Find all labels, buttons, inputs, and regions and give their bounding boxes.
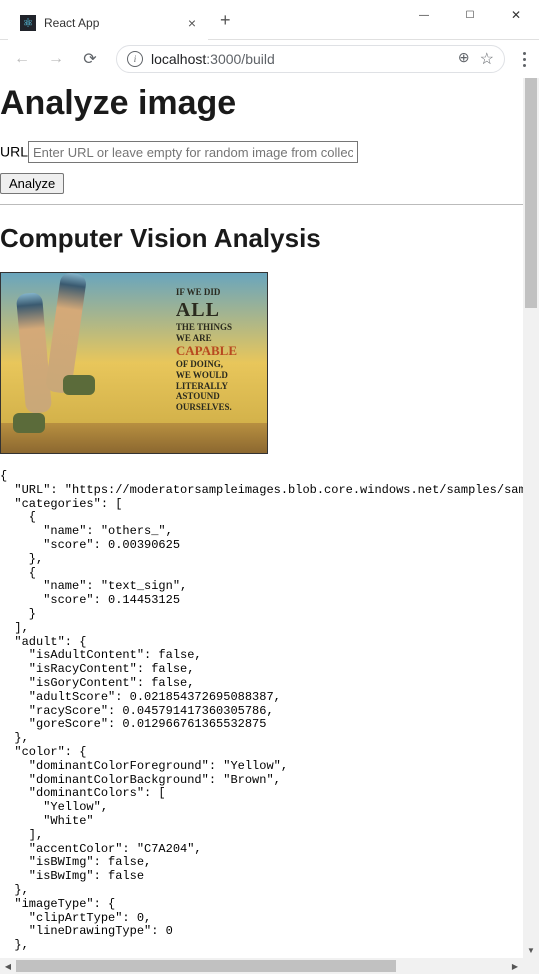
address-bar[interactable]: localhost:3000/build ⊕ ☆ bbox=[116, 45, 505, 73]
window-titlebar: React App × + bbox=[0, 0, 539, 40]
browser-toolbar: ← → ⟳ localhost:3000/build ⊕ ☆ bbox=[0, 40, 539, 78]
vertical-scrollbar[interactable]: ▼ bbox=[523, 78, 539, 958]
forward-button[interactable]: → bbox=[42, 45, 70, 73]
scrollbar-thumb[interactable] bbox=[525, 78, 537, 308]
site-info-icon[interactable] bbox=[127, 51, 143, 67]
analyzed-image: IF WE DID ALL THE THINGS WE ARE CAPABLE … bbox=[0, 272, 268, 454]
browser-tab[interactable]: React App × bbox=[8, 6, 208, 40]
scroll-right-arrow-icon[interactable]: ▶ bbox=[507, 958, 523, 974]
url-text: localhost:3000/build bbox=[151, 51, 275, 67]
back-button[interactable]: ← bbox=[8, 45, 36, 73]
zoom-icon[interactable]: ⊕ bbox=[458, 49, 470, 69]
react-icon bbox=[20, 15, 36, 31]
analyze-button[interactable]: Analyze bbox=[0, 173, 64, 194]
url-label: URL bbox=[0, 144, 28, 160]
scroll-left-arrow-icon[interactable]: ◀ bbox=[0, 958, 16, 974]
scrollbar-corner bbox=[523, 958, 539, 974]
bookmark-star-icon[interactable]: ☆ bbox=[480, 49, 494, 69]
reload-button[interactable]: ⟳ bbox=[76, 45, 104, 73]
scrollbar-thumb[interactable] bbox=[16, 960, 396, 972]
divider bbox=[0, 204, 539, 205]
json-output: { "URL": "https://moderatorsampleimages.… bbox=[0, 470, 539, 953]
close-tab-icon[interactable]: × bbox=[184, 15, 200, 31]
result-heading: Computer Vision Analysis bbox=[0, 223, 539, 254]
maximize-button[interactable] bbox=[447, 0, 493, 30]
horizontal-scrollbar[interactable]: ◀ ▶ bbox=[0, 958, 523, 974]
window-controls bbox=[401, 0, 539, 30]
kebab-menu-icon[interactable] bbox=[517, 44, 531, 75]
close-window-button[interactable] bbox=[493, 0, 539, 30]
page-content: Analyze image URL Analyze Computer Visio… bbox=[0, 78, 539, 958]
page-title: Analyze image bbox=[0, 84, 539, 123]
tab-title: React App bbox=[44, 16, 184, 30]
minimize-button[interactable] bbox=[401, 0, 447, 30]
new-tab-button[interactable]: + bbox=[220, 10, 231, 31]
scroll-down-arrow-icon[interactable]: ▼ bbox=[523, 942, 539, 958]
url-input[interactable] bbox=[28, 141, 358, 163]
